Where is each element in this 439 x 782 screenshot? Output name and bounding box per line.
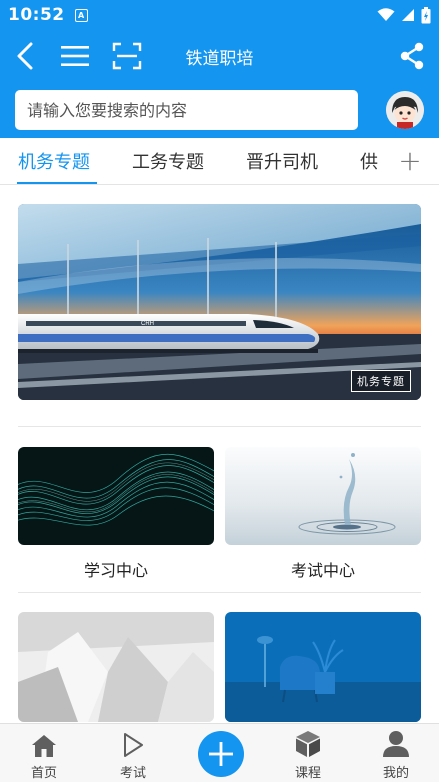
- battery-icon: [421, 6, 431, 23]
- course-card-4[interactable]: [225, 612, 421, 722]
- signal-icon: [402, 9, 414, 21]
- study-center-thumbnail: [18, 447, 214, 545]
- status-time: 10:52: [8, 5, 65, 25]
- nav-profile-label: 我的: [382, 766, 409, 781]
- back-button[interactable]: [8, 40, 42, 72]
- tab-driver-promotion[interactable]: 晋升司机: [246, 148, 318, 174]
- blue-room-thumbnail: [225, 612, 421, 722]
- study-center-card[interactable]: 学习中心: [18, 447, 214, 581]
- exam-center-thumbnail: [225, 447, 421, 545]
- nav-profile[interactable]: 我的: [366, 724, 426, 782]
- tab-track[interactable]: 工务专题: [132, 148, 204, 174]
- banner-tag: 机务专题: [351, 370, 411, 392]
- banner-image[interactable]: CRH 机务专题: [18, 204, 421, 400]
- search-bar-row: [0, 82, 439, 138]
- category-tabs: 机务专题 工务专题 晋升司机 供 +: [0, 138, 439, 185]
- add-tab-button[interactable]: +: [396, 144, 424, 177]
- cube-icon: [296, 731, 320, 757]
- home-icon: [32, 735, 56, 757]
- exam-center-card[interactable]: 考试中心: [225, 447, 421, 581]
- blue-room-image: [225, 612, 421, 722]
- tab-supply[interactable]: 供: [360, 148, 378, 174]
- title-bar: 铁道职培: [0, 30, 439, 82]
- search-input[interactable]: [15, 90, 358, 130]
- nav-home[interactable]: 首页: [14, 724, 74, 782]
- study-center-label: 学习中心: [83, 561, 148, 580]
- nav-course[interactable]: 课程: [278, 724, 338, 782]
- scan-icon: [112, 42, 142, 70]
- water-splash-image: [225, 447, 421, 545]
- section-divider-2: [18, 592, 421, 593]
- tab-locomotive[interactable]: 机务专题: [18, 148, 90, 174]
- share-button[interactable]: [395, 40, 429, 72]
- scan-button[interactable]: [110, 40, 144, 72]
- back-arrow-icon: [17, 42, 33, 70]
- avatar[interactable]: [386, 91, 424, 129]
- menu-button[interactable]: [58, 40, 92, 72]
- plus-icon: [209, 742, 233, 766]
- wifi-icon: [377, 8, 395, 21]
- nav-course-label: 课程: [294, 766, 321, 781]
- abstract-architecture-thumbnail: [18, 612, 214, 722]
- exam-center-label: 考试中心: [290, 561, 355, 580]
- user-avatar-icon: [386, 91, 424, 129]
- nav-home-label: 首页: [30, 766, 57, 781]
- menu-icon: [61, 46, 89, 66]
- nav-add-button[interactable]: [198, 731, 244, 777]
- architecture-image: [18, 612, 214, 722]
- play-icon: [124, 733, 143, 757]
- status-bar: 10:52 A: [0, 0, 439, 30]
- share-icon: [400, 42, 424, 70]
- status-icons: [377, 6, 431, 24]
- nav-exam-label: 考试: [119, 766, 146, 781]
- active-tab-indicator: [17, 182, 97, 184]
- notification-icon: A: [74, 8, 88, 22]
- app-screen: 10:52 A 铁道职培 请输入您要搜索的内容 机务专题 工务专题 晋升司机 供…: [0, 0, 439, 782]
- wave-pattern-image: [18, 447, 214, 545]
- person-icon: [383, 731, 409, 757]
- course-card-3[interactable]: [18, 612, 214, 722]
- nav-exam[interactable]: 考试: [103, 724, 163, 782]
- train-logo-text: CRH: [141, 321, 154, 327]
- section-divider: [18, 426, 421, 427]
